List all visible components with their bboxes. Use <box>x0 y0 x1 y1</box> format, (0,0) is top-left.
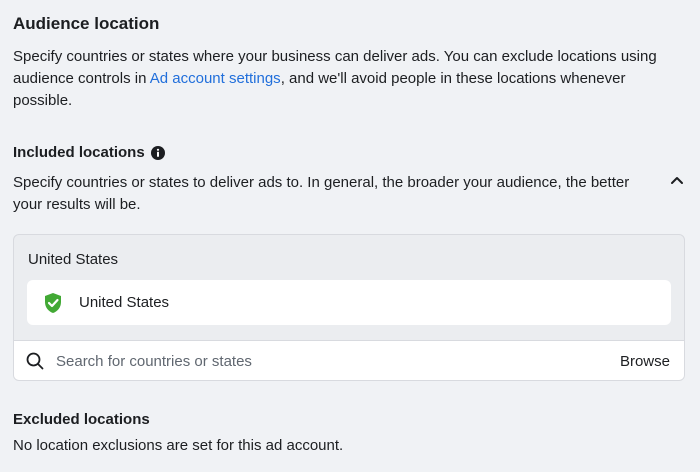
included-locations-description: Specify countries or states to deliver a… <box>13 174 630 213</box>
info-circle-icon[interactable] <box>150 145 165 160</box>
included-locations-box: United States United States Browse <box>13 234 685 381</box>
shield-check-icon <box>45 292 61 313</box>
location-item[interactable]: United States <box>27 280 671 325</box>
included-locations-header: Included locations <box>13 144 165 161</box>
browse-button[interactable]: Browse <box>620 353 670 370</box>
excluded-locations-title: Excluded locations <box>13 411 150 428</box>
included-locations-title: Included locations <box>13 144 145 161</box>
search-icon <box>26 352 44 370</box>
location-group-label: United States <box>28 251 119 268</box>
location-search-row: Browse <box>14 340 684 380</box>
audience-location-panel: Audience location Specify countries or s… <box>0 0 700 472</box>
location-item-label: United States <box>79 294 170 311</box>
collapse-button[interactable] <box>667 170 687 190</box>
excluded-locations-description: No location exclusions are set for this … <box>13 437 344 454</box>
section-description: Specify countries or states where your b… <box>13 46 673 112</box>
chevron-up-icon <box>671 177 683 184</box>
ad-account-settings-link[interactable]: Ad account settings <box>150 70 281 87</box>
location-search-input[interactable] <box>56 352 620 370</box>
section-title: Audience location <box>13 14 160 33</box>
